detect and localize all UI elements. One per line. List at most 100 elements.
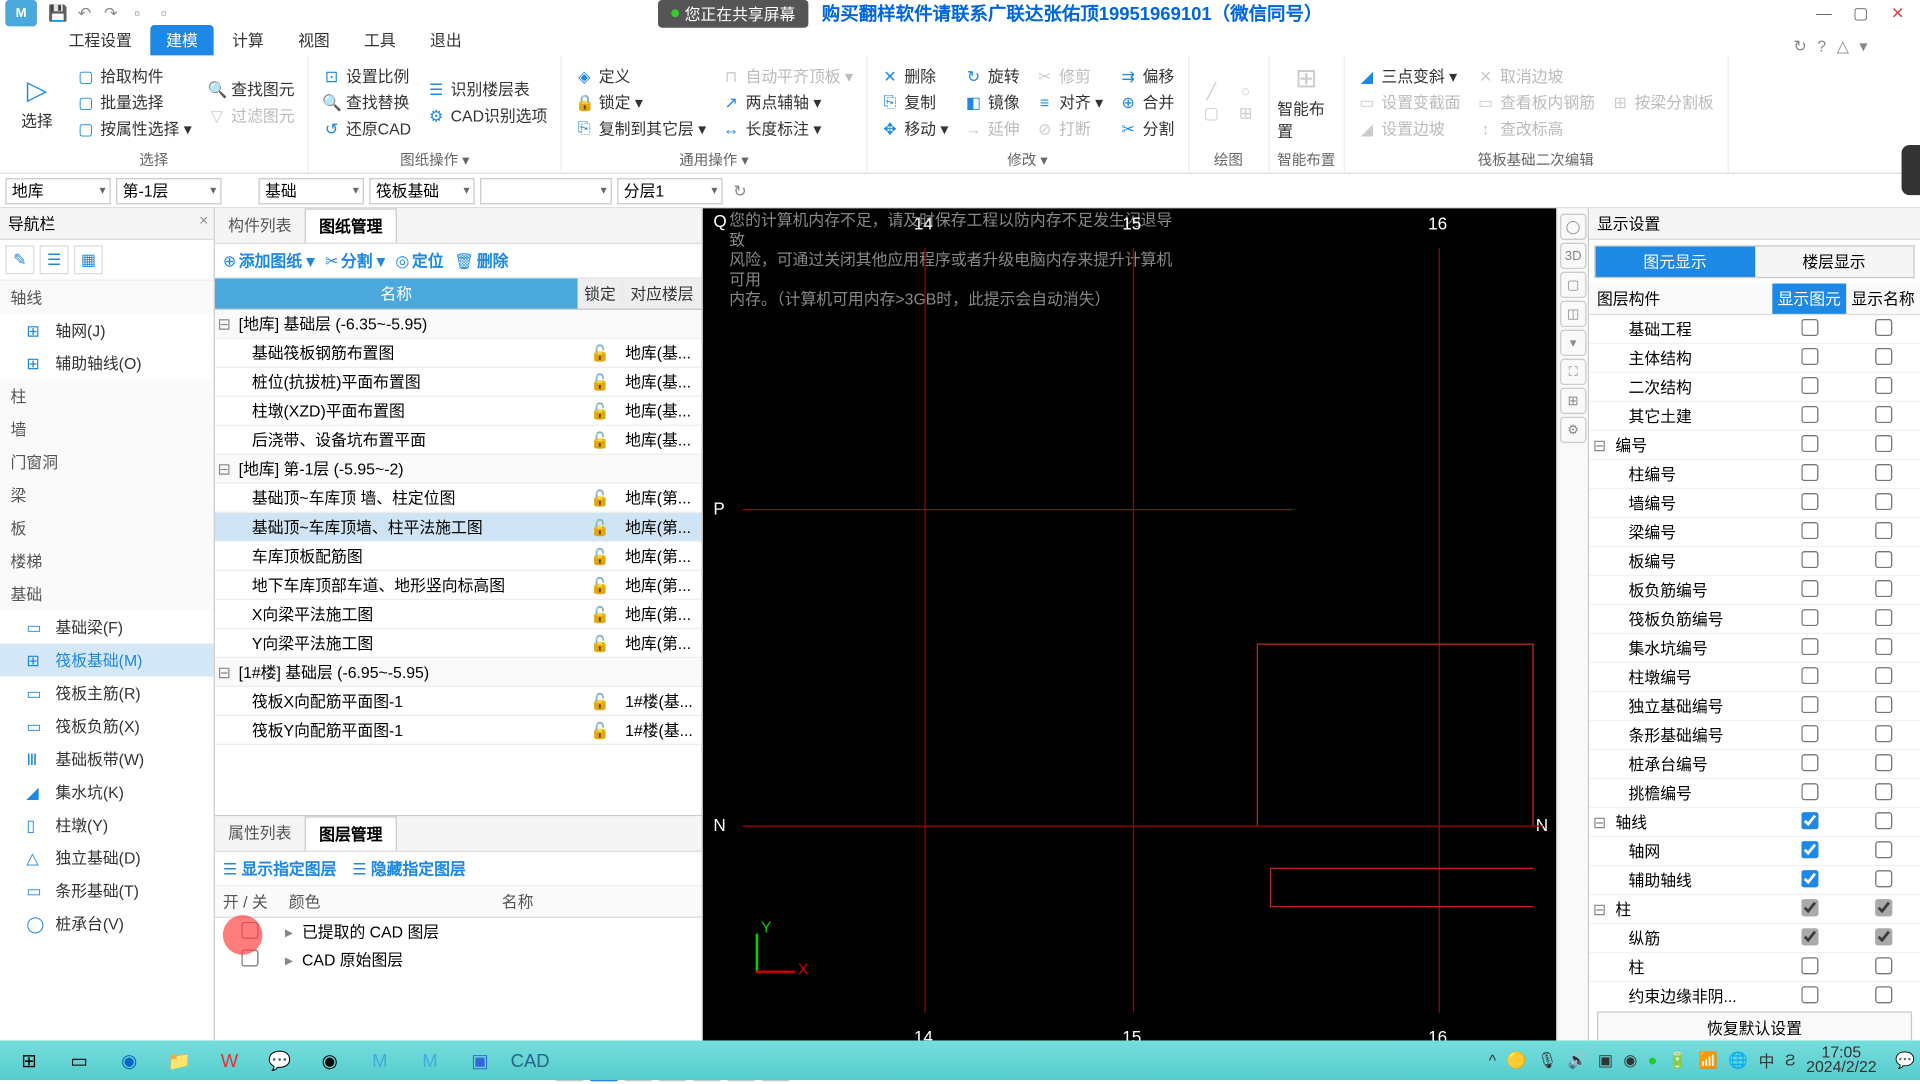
cad-icon[interactable]: CAD: [506, 1043, 553, 1077]
visibility-row[interactable]: 板负筋编号: [1589, 576, 1920, 605]
nav-category[interactable]: 墙: [0, 413, 214, 446]
tray-wifi-icon[interactable]: 📶: [1698, 1051, 1718, 1069]
nav-item[interactable]: ◢集水坑(K): [0, 775, 214, 808]
move[interactable]: ✥移动 ▾: [875, 116, 953, 141]
drawing-row[interactable]: 筏板X向配筋平面图-1🔓1#楼(基...: [215, 687, 702, 716]
combo-refresh-icon[interactable]: ↻: [733, 181, 746, 199]
two-point-axis[interactable]: ↗两点辅轴 ▾: [717, 90, 859, 115]
tab-component-list[interactable]: 构件列表: [215, 208, 305, 242]
view-setting-icon[interactable]: ⚙: [1560, 417, 1586, 443]
view-dropdown-icon[interactable]: ▾: [1560, 330, 1586, 356]
nav-category[interactable]: 板: [0, 512, 214, 545]
nav-tool-3[interactable]: ▦: [74, 245, 103, 274]
tray-net-icon[interactable]: 🌐: [1728, 1051, 1748, 1069]
three-point-slope[interactable]: ◢三点变斜 ▾: [1352, 63, 1465, 88]
visibility-row[interactable]: 柱墩编号: [1589, 663, 1920, 692]
visibility-row[interactable]: 其它土建: [1589, 402, 1920, 431]
nav-item[interactable]: ◯桩承台(V): [0, 907, 214, 940]
windows-taskbar[interactable]: ⊞ ▭ ◉ 📁 W 💬 ◉ M M ▣ CAD ^ 🟡 🎙 🔊 ▣ ◉ ● 🔋 …: [0, 1040, 1920, 1080]
tray-2[interactable]: 🎙: [1537, 1051, 1557, 1069]
combo-component[interactable]: [480, 177, 612, 203]
restore-cad[interactable]: ↺还原CAD: [317, 116, 416, 141]
nav-tool-1[interactable]: ✎: [5, 245, 34, 274]
mirror[interactable]: ◧镜像: [959, 90, 1025, 115]
layer-row[interactable]: ▸ CAD 原始图层: [215, 946, 702, 974]
drawing-row[interactable]: 柱墩(XZD)平面布置图🔓地库(基...: [215, 397, 702, 426]
tray-ime-icon[interactable]: 中: [1759, 1049, 1775, 1071]
nav-category[interactable]: 楼梯: [0, 545, 214, 578]
drawing-canvas[interactable]: 您的计算机内存不足，请及时保存工程以防内存不足发生闪退导致 风险，可通过关闭其他…: [703, 208, 1556, 1052]
visibility-row[interactable]: 板编号: [1589, 547, 1920, 576]
align[interactable]: ≡对齐 ▾: [1030, 90, 1108, 115]
recognize-floor-table[interactable]: ☰识别楼层表: [422, 76, 553, 101]
nav-close-icon[interactable]: ×: [199, 211, 208, 229]
nav-item[interactable]: ▭筏板负筋(X): [0, 709, 214, 742]
qat-save-icon[interactable]: 💾: [47, 3, 68, 24]
drawing-row[interactable]: 地下车库顶部车道、地形竖向标高图🔓地库(第...: [215, 571, 702, 600]
wps-icon[interactable]: W: [206, 1043, 253, 1077]
nav-item[interactable]: Ⅲ基础板带(W): [0, 742, 214, 775]
drawing-row[interactable]: 桩位(抗拔桩)平面布置图🔓地库(基...: [215, 368, 702, 397]
visibility-row[interactable]: ⊟轴线: [1589, 808, 1920, 837]
find-element[interactable]: 🔍查找图元: [202, 76, 300, 101]
tab-drawing-manage[interactable]: 图纸管理: [305, 208, 397, 242]
locate-drawing[interactable]: ◎ 定位: [395, 249, 443, 271]
visibility-row[interactable]: 独立基础编号: [1589, 692, 1920, 721]
nav-item[interactable]: △独立基础(D): [0, 841, 214, 874]
rotate[interactable]: ↻旋转: [959, 63, 1025, 88]
view-3d-icon[interactable]: 3D: [1560, 243, 1586, 269]
add-drawing[interactable]: ⊕ 添加图纸 ▾: [223, 249, 315, 271]
explorer-icon[interactable]: 📁: [156, 1043, 203, 1077]
nav-category[interactable]: 基础: [0, 578, 214, 611]
drawing-row[interactable]: ⊟[地库] 基础层 (-6.35~-5.95): [215, 310, 702, 339]
offset[interactable]: ⇉偏移: [1114, 63, 1180, 88]
delete-drawing[interactable]: 🗑 删除: [454, 249, 508, 271]
set-scale[interactable]: ⊡设置比例: [317, 63, 416, 88]
info-icon[interactable]: ?: [1817, 37, 1826, 55]
nav-category[interactable]: 梁: [0, 479, 214, 512]
combo-layer[interactable]: 分层1: [617, 177, 722, 203]
tab-attr-list[interactable]: 属性列表: [215, 816, 305, 850]
tab-layer-manage[interactable]: 图层管理: [305, 816, 397, 850]
layer-row[interactable]: ▸ 已提取的 CAD 图层: [215, 918, 702, 946]
nav-item[interactable]: ⊞辅助轴线(O): [0, 347, 214, 380]
drawing-row[interactable]: Y向梁平法施工图🔓地库(第...: [215, 629, 702, 658]
drawing-row[interactable]: 车库顶板配筋图🔓地库(第...: [215, 542, 702, 571]
task-view-icon[interactable]: ▭: [55, 1043, 102, 1077]
tray-up-icon[interactable]: ^: [1489, 1051, 1496, 1069]
drawing-row[interactable]: 基础顶~车库顶 墙、柱定位图🔓地库(第...: [215, 484, 702, 513]
menu-calc[interactable]: 计算: [216, 25, 279, 55]
combo-type[interactable]: 筏板基础: [369, 177, 474, 203]
nav-item[interactable]: ▭筏板主筋(R): [0, 676, 214, 709]
restore-default-button[interactable]: 恢复默认设置: [1597, 1011, 1912, 1044]
tray-1[interactable]: 🟡: [1507, 1051, 1527, 1069]
visibility-row[interactable]: 条形基础编号: [1589, 721, 1920, 750]
batch-select[interactable]: ▢批量选择: [71, 90, 197, 115]
combo-building[interactable]: 地库: [5, 177, 110, 203]
visibility-row[interactable]: 约束边缘非阴...: [1589, 982, 1920, 1003]
show-layer[interactable]: ☰ 显示指定图层: [223, 857, 337, 879]
delete[interactable]: ✕删除: [875, 63, 953, 88]
visibility-row[interactable]: 主体结构: [1589, 344, 1920, 373]
visibility-row[interactable]: 挑檐编号: [1589, 779, 1920, 808]
qat-more2-icon[interactable]: ▫: [153, 3, 174, 24]
visibility-row[interactable]: 桩承台编号: [1589, 750, 1920, 779]
view-top-icon[interactable]: ▢: [1560, 272, 1586, 298]
tab-floor-display[interactable]: 楼层显示: [1755, 247, 1914, 277]
length-dim[interactable]: ↔长度标注 ▾: [717, 116, 859, 141]
nav-item[interactable]: ⊞轴网(J): [0, 314, 214, 347]
maximize-icon[interactable]: ▢: [1844, 1, 1878, 25]
nav-tool-2[interactable]: ☰: [40, 245, 69, 274]
drawing-row[interactable]: X向梁平法施工图🔓地库(第...: [215, 600, 702, 629]
tray-5[interactable]: ◉: [1623, 1051, 1637, 1069]
hide-layer[interactable]: ☰ 隐藏指定图层: [352, 857, 466, 879]
split-drawing[interactable]: ✂ 分割 ▾: [325, 249, 385, 271]
copy-to-floor[interactable]: ⎘复制到其它层 ▾: [570, 116, 712, 141]
vh-show-name[interactable]: 显示名称: [1846, 284, 1920, 314]
visibility-row[interactable]: ⊟柱: [1589, 895, 1920, 924]
qat-undo-icon[interactable]: ↶: [74, 3, 95, 24]
menu-tools[interactable]: 工具: [348, 25, 411, 55]
visibility-row[interactable]: 筏板负筋编号: [1589, 605, 1920, 634]
visibility-row[interactable]: 柱: [1589, 953, 1920, 982]
menu-modeling[interactable]: 建模: [150, 25, 213, 55]
